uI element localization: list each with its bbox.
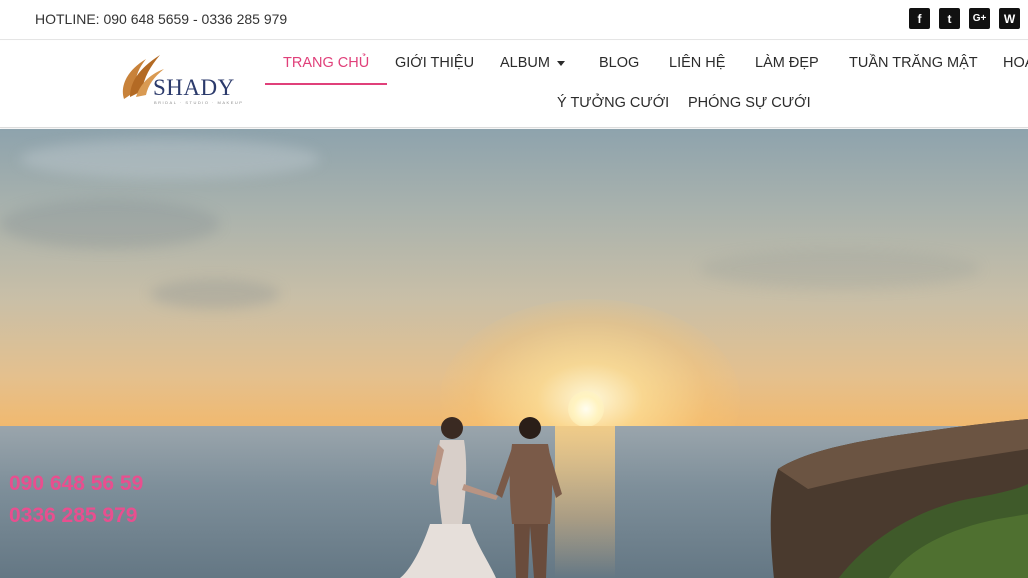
nav-hoa[interactable]: HOA: [1003, 43, 1028, 83]
top-bar: HOTLINE: 090 648 5659 - 0336 285 979 f t…: [0, 0, 1028, 40]
nav-phong-su-cuoi[interactable]: PHÓNG SỰ CƯỚI: [688, 83, 811, 123]
wordpress-icon[interactable]: W: [999, 8, 1020, 29]
cloud: [0, 199, 220, 249]
phone-number-2[interactable]: 0336 285 979: [9, 504, 137, 528]
hotline-text: HOTLINE: 090 648 5659 - 0336 285 979: [35, 11, 288, 27]
nav-y-tuong-cuoi[interactable]: Ý TƯỞNG CƯỚI: [557, 83, 669, 123]
chevron-down-icon: [556, 60, 565, 66]
social-links: f t G+ W: [909, 8, 1020, 29]
cloud: [700, 249, 980, 289]
nav-album-label: ALBUM: [500, 55, 550, 71]
cloud: [150, 279, 280, 309]
cloud: [20, 139, 320, 179]
nav-lien-he[interactable]: LIÊN HỆ: [669, 43, 725, 83]
phone-number-1[interactable]: 090 648 56 59: [9, 472, 143, 496]
google-plus-icon[interactable]: G+: [969, 8, 990, 29]
facebook-icon[interactable]: f: [909, 8, 930, 29]
couple-silhouette: [400, 417, 562, 578]
nav-album[interactable]: ALBUM: [500, 43, 565, 83]
logo-tagline: BRIDAL · STUDIO · MAKEUP: [154, 100, 244, 105]
nav-gioi-thieu[interactable]: GIỚI THIỆU: [395, 43, 474, 83]
hero-banner: 090 648 56 59 0336 285 979: [0, 129, 1028, 578]
site-logo[interactable]: SHADY BRIDAL · STUDIO · MAKEUP: [116, 47, 242, 107]
nav-trang-chu[interactable]: TRANG CHỦ: [264, 43, 388, 85]
logo-name: SHADY: [153, 75, 235, 100]
nav-blog[interactable]: BLOG: [599, 43, 639, 83]
nav-lam-dep[interactable]: LÀM ĐẸP: [755, 43, 819, 83]
cliff-image: [770, 419, 1028, 578]
nav-tuan-trang-mat[interactable]: TUẦN TRĂNG MẬT: [849, 43, 978, 83]
main-navbar: SHADY BRIDAL · STUDIO · MAKEUP TRANG CHỦ…: [0, 41, 1028, 128]
twitter-icon[interactable]: t: [939, 8, 960, 29]
